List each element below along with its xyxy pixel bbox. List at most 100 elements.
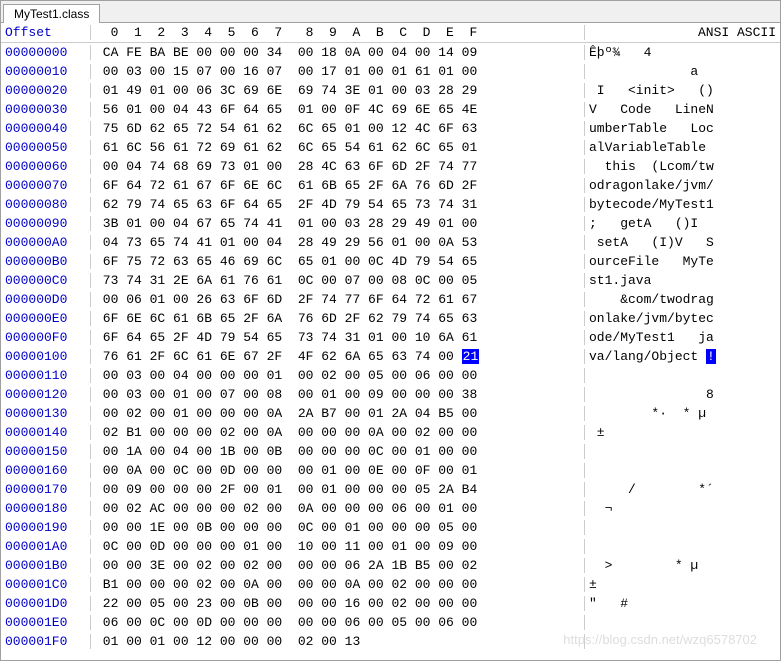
hex-row[interactable]: 00000050 61 6C 56 61 72 69 61 62 6C 65 5… (1, 138, 780, 157)
ansi-cell[interactable]: &com/twodrag (585, 292, 780, 307)
hex-row[interactable]: 000001B0 00 00 3E 00 02 00 02 00 00 00 0… (1, 556, 780, 575)
hex-row[interactable]: 000001D0 22 00 05 00 23 00 0B 00 00 00 1… (1, 594, 780, 613)
hex-row[interactable]: 00000040 75 6D 62 65 72 54 61 62 6C 65 0… (1, 119, 780, 138)
ansi-cell[interactable] (585, 368, 780, 383)
ansi-cell[interactable]: a (585, 64, 780, 79)
ansi-cell[interactable]: umberTable Loc (585, 121, 780, 136)
hex-row[interactable]: 00000090 3B 01 00 04 67 65 74 41 01 00 0… (1, 214, 780, 233)
hex-row[interactable]: 000000D0 00 06 01 00 26 63 6F 6D 2F 74 7… (1, 290, 780, 309)
file-tab[interactable]: MyTest1.class (3, 4, 100, 23)
hex-row[interactable]: 00000150 00 1A 00 04 00 1B 00 0B 00 00 0… (1, 442, 780, 461)
hex-cell[interactable]: 73 74 31 2E 6A 61 76 61 0C 00 07 00 08 0… (91, 273, 585, 288)
hex-row[interactable]: 00000030 56 01 00 04 43 6F 64 65 01 00 0… (1, 100, 780, 119)
hex-cell[interactable]: 00 03 00 15 07 00 16 07 00 17 01 00 01 6… (91, 64, 585, 79)
ansi-cell[interactable] (585, 634, 780, 649)
hex-cell[interactable]: 06 00 0C 00 0D 00 00 00 00 00 06 00 05 0… (91, 615, 585, 630)
ansi-cell[interactable]: ; getA ()I (585, 216, 780, 231)
hex-cell[interactable]: 76 61 2F 6C 61 6E 67 2F 4F 62 6A 65 63 7… (91, 349, 585, 364)
hex-cell[interactable]: 00 03 00 01 00 07 00 08 00 01 00 09 00 0… (91, 387, 585, 402)
ansi-cell[interactable]: st1.java (585, 273, 780, 288)
hex-cell[interactable]: CA FE BA BE 00 00 00 34 00 18 0A 00 04 0… (91, 45, 585, 60)
hex-cell[interactable]: 00 03 00 04 00 00 00 01 00 02 00 05 00 0… (91, 368, 585, 383)
offset-cell: 00000000 (1, 45, 91, 60)
hex-rows[interactable]: 00000000 CA FE BA BE 00 00 00 34 00 18 0… (1, 43, 780, 651)
hex-row[interactable]: 00000010 00 03 00 15 07 00 16 07 00 17 0… (1, 62, 780, 81)
hex-row[interactable]: 000001F0 01 00 01 00 12 00 00 00 02 00 1… (1, 632, 780, 651)
hex-cell[interactable]: 6F 75 72 63 65 46 69 6C 65 01 00 0C 4D 7… (91, 254, 585, 269)
ansi-cell[interactable]: alVariableTable (585, 140, 780, 155)
hex-row[interactable]: 00000170 00 09 00 00 00 2F 00 01 00 01 0… (1, 480, 780, 499)
hex-row[interactable]: 00000080 62 79 74 65 63 6F 64 65 2F 4D 7… (1, 195, 780, 214)
hex-cell[interactable]: B1 00 00 00 02 00 0A 00 00 00 0A 00 02 0… (91, 577, 585, 592)
ansi-cell[interactable]: ¬ (585, 501, 780, 516)
hex-row[interactable]: 00000180 00 02 AC 00 00 00 02 00 0A 00 0… (1, 499, 780, 518)
hex-cell[interactable]: 00 0A 00 0C 00 0D 00 00 00 01 00 0E 00 0… (91, 463, 585, 478)
ansi-cell[interactable]: I <init> () (585, 83, 780, 98)
ansi-cell[interactable]: ± (585, 425, 780, 440)
ansi-cell[interactable]: 8 (585, 387, 780, 402)
hex-cell[interactable]: 02 B1 00 00 00 02 00 0A 00 00 00 0A 00 0… (91, 425, 585, 440)
ansi-cell[interactable]: va/lang/Object ! (585, 349, 780, 364)
hex-cell[interactable]: 01 00 01 00 12 00 00 00 02 00 13 (91, 634, 585, 649)
hex-cell[interactable]: 00 02 AC 00 00 00 02 00 0A 00 00 00 06 0… (91, 501, 585, 516)
hex-row[interactable]: 00000160 00 0A 00 0C 00 0D 00 00 00 01 0… (1, 461, 780, 480)
ansi-cell[interactable]: Êþº¾ 4 (585, 45, 780, 60)
hex-cell[interactable]: 61 6C 56 61 72 69 61 62 6C 65 54 61 62 6… (91, 140, 585, 155)
hex-row[interactable]: 00000140 02 B1 00 00 00 02 00 0A 00 00 0… (1, 423, 780, 442)
hex-row[interactable]: 000000B0 6F 75 72 63 65 46 69 6C 65 01 0… (1, 252, 780, 271)
hex-row[interactable]: 00000020 01 49 01 00 06 3C 69 6E 69 74 3… (1, 81, 780, 100)
hex-cell[interactable]: 00 00 3E 00 02 00 02 00 00 00 06 2A 1B B… (91, 558, 585, 573)
ansi-cell[interactable]: odragonlake/jvm/ (585, 178, 780, 193)
ansi-cell[interactable]: ourceFile MyTe (585, 254, 780, 269)
hex-cell[interactable]: 01 49 01 00 06 3C 69 6E 69 74 3E 01 00 0… (91, 83, 585, 98)
hex-cell[interactable]: 62 79 74 65 63 6F 64 65 2F 4D 79 54 65 7… (91, 197, 585, 212)
hex-row[interactable]: 000000A0 04 73 65 74 41 01 00 04 28 49 2… (1, 233, 780, 252)
ansi-cell[interactable]: *· * µ (585, 406, 780, 421)
hex-cell[interactable]: 00 1A 00 04 00 1B 00 0B 00 00 00 0C 00 0… (91, 444, 585, 459)
ansi-cell[interactable]: " # (585, 596, 780, 611)
hex-row[interactable]: 000001A0 0C 00 0D 00 00 00 01 00 10 00 1… (1, 537, 780, 556)
hex-row[interactable]: 00000120 00 03 00 01 00 07 00 08 00 01 0… (1, 385, 780, 404)
hex-cell[interactable]: 0C 00 0D 00 00 00 01 00 10 00 11 00 01 0… (91, 539, 585, 554)
hex-cell[interactable]: 6F 6E 6C 61 6B 65 2F 6A 76 6D 2F 62 79 7… (91, 311, 585, 326)
hex-row[interactable]: 00000110 00 03 00 04 00 00 00 01 00 02 0… (1, 366, 780, 385)
hex-row[interactable]: 00000070 6F 64 72 61 67 6F 6E 6C 61 6B 6… (1, 176, 780, 195)
offset-cell: 000001D0 (1, 596, 91, 611)
ansi-cell[interactable] (585, 615, 780, 630)
ansi-cell[interactable]: V Code LineN (585, 102, 780, 117)
hex-cell[interactable]: 00 00 1E 00 0B 00 00 00 0C 00 01 00 00 0… (91, 520, 585, 535)
hex-row[interactable]: 000001E0 06 00 0C 00 0D 00 00 00 00 00 0… (1, 613, 780, 632)
hex-cell[interactable]: 56 01 00 04 43 6F 64 65 01 00 0F 4C 69 6… (91, 102, 585, 117)
ansi-cell[interactable] (585, 539, 780, 554)
hex-cell[interactable]: 00 04 74 68 69 73 01 00 28 4C 63 6F 6D 2… (91, 159, 585, 174)
ansi-cell[interactable]: this (Lcom/tw (585, 159, 780, 174)
hex-cell[interactable]: 75 6D 62 65 72 54 61 62 6C 65 01 00 12 4… (91, 121, 585, 136)
ansi-cell[interactable]: setA (I)V S (585, 235, 780, 250)
ansi-cell[interactable]: > * µ (585, 558, 780, 573)
ansi-cell[interactable]: bytecode/MyTest1 (585, 197, 780, 212)
hex-row[interactable]: 00000130 00 02 00 01 00 00 00 0A 2A B7 0… (1, 404, 780, 423)
hex-row[interactable]: 000000F0 6F 64 65 2F 4D 79 54 65 73 74 3… (1, 328, 780, 347)
ansi-cell[interactable] (585, 463, 780, 478)
ansi-cell[interactable]: onlake/jvm/bytec (585, 311, 780, 326)
hex-cell[interactable]: 00 06 01 00 26 63 6F 6D 2F 74 77 6F 64 7… (91, 292, 585, 307)
hex-cell[interactable]: 00 02 00 01 00 00 00 0A 2A B7 00 01 2A 0… (91, 406, 585, 421)
hex-cell[interactable]: 6F 64 65 2F 4D 79 54 65 73 74 31 01 00 1… (91, 330, 585, 345)
ansi-cell[interactable] (585, 520, 780, 535)
hex-row[interactable]: 000000C0 73 74 31 2E 6A 61 76 61 0C 00 0… (1, 271, 780, 290)
hex-cell[interactable]: 3B 01 00 04 67 65 74 41 01 00 03 28 29 4… (91, 216, 585, 231)
hex-row[interactable]: 000001C0 B1 00 00 00 02 00 0A 00 00 00 0… (1, 575, 780, 594)
hex-row[interactable]: 000000E0 6F 6E 6C 61 6B 65 2F 6A 76 6D 2… (1, 309, 780, 328)
hex-row[interactable]: 00000190 00 00 1E 00 0B 00 00 00 0C 00 0… (1, 518, 780, 537)
hex-row[interactable]: 00000060 00 04 74 68 69 73 01 00 28 4C 6… (1, 157, 780, 176)
hex-cell[interactable]: 22 00 05 00 23 00 0B 00 00 00 16 00 02 0… (91, 596, 585, 611)
hex-row[interactable]: 00000000 CA FE BA BE 00 00 00 34 00 18 0… (1, 43, 780, 62)
hex-row[interactable]: 00000100 76 61 2F 6C 61 6E 67 2F 4F 62 6… (1, 347, 780, 366)
hex-cell[interactable]: 04 73 65 74 41 01 00 04 28 49 29 56 01 0… (91, 235, 585, 250)
ansi-cell[interactable]: / *´ (585, 482, 780, 497)
hex-cell[interactable]: 00 09 00 00 00 2F 00 01 00 01 00 00 00 0… (91, 482, 585, 497)
ansi-cell[interactable]: ± (585, 577, 780, 592)
ansi-cell[interactable] (585, 444, 780, 459)
ansi-cell[interactable]: ode/MyTest1 ja (585, 330, 780, 345)
hex-cell[interactable]: 6F 64 72 61 67 6F 6E 6C 61 6B 65 2F 6A 7… (91, 178, 585, 193)
